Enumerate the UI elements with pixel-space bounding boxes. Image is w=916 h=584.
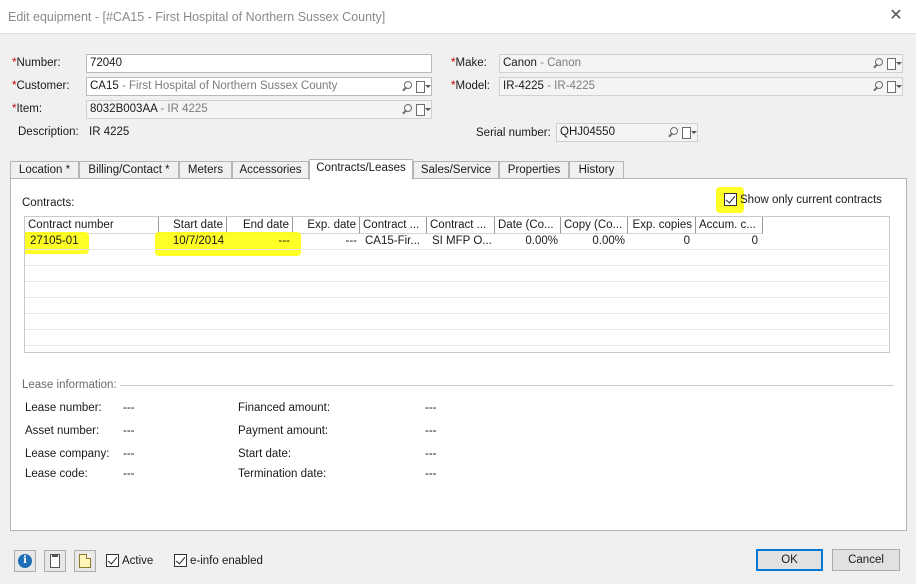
serial-search-icon[interactable] <box>667 126 679 139</box>
customer-label: *Customer: <box>12 80 70 92</box>
contracts-grid: Contract number Start date End date Exp.… <box>24 216 890 353</box>
asset-number-label: Asset number: <box>25 425 100 437</box>
notes-button[interactable] <box>74 550 96 572</box>
cell-date-coverage: 0.00% <box>525 235 558 247</box>
grid-header: Contract number Start date End date Exp.… <box>25 217 889 234</box>
empty-row <box>25 330 889 346</box>
tab-sales-service[interactable]: Sales/Service <box>413 161 499 179</box>
col-copy-coverage[interactable]: Copy (Co... <box>561 217 628 234</box>
active-label[interactable]: Active <box>122 555 153 567</box>
make-field[interactable]: Canon - Canon <box>499 54 903 73</box>
title-bar: Edit equipment - [#CA15 - First Hospital… <box>0 0 916 34</box>
cell-start-date: 10/7/2014 <box>172 235 224 247</box>
col-contract-type[interactable]: Contract ... <box>427 217 495 234</box>
start-date-label: Start date: <box>238 448 292 460</box>
ok-button[interactable]: OK <box>756 549 823 571</box>
cancel-button[interactable]: Cancel <box>832 549 900 571</box>
customer-field[interactable]: CA15 - First Hospital of Northern Sussex… <box>86 77 432 96</box>
make-search-icon[interactable] <box>872 57 884 70</box>
cell-contract-type: SI MFP O... <box>432 235 492 247</box>
asset-number-value: --- <box>123 425 135 437</box>
customer-search-icon[interactable] <box>401 80 413 93</box>
cell-contract-customer: CA15-Fir... <box>365 235 420 247</box>
make-label: *Make: <box>451 57 487 69</box>
financed-amount-value: --- <box>425 402 437 414</box>
clipboard-button[interactable] <box>44 550 66 572</box>
cell-exp-copies: 0 <box>683 235 690 247</box>
window-title: Edit equipment - [#CA15 - First Hospital… <box>8 10 386 24</box>
empty-row <box>25 282 889 298</box>
lease-code-value: --- <box>123 468 135 480</box>
cell-contract-number: 27105-01 <box>30 235 79 247</box>
model-search-icon[interactable] <box>872 80 884 93</box>
number-label: *Number: <box>12 57 61 69</box>
lease-divider <box>120 385 894 386</box>
show-current-checkbox[interactable] <box>724 193 737 206</box>
col-accum-copies[interactable]: Accum. c... <box>696 217 763 234</box>
col-date-coverage[interactable]: Date (Co... <box>495 217 561 234</box>
empty-row <box>25 298 889 314</box>
payment-amount-value: --- <box>425 425 437 437</box>
termination-date-label: Termination date: <box>238 468 327 480</box>
tab-billing-contact[interactable]: Billing/Contact * <box>79 161 179 179</box>
lease-number-value: --- <box>123 402 135 414</box>
tab-contracts-leases[interactable]: Contracts/Leases <box>309 159 413 180</box>
serial-label: Serial number: <box>476 127 551 139</box>
tab-meters[interactable]: Meters <box>179 161 232 179</box>
einfo-checkbox[interactable] <box>174 554 187 567</box>
customer-menu-icon[interactable] <box>415 80 431 93</box>
tab-history[interactable]: History <box>569 161 624 179</box>
tab-accessories[interactable]: Accessories <box>232 161 309 179</box>
termination-date-value: --- <box>425 468 437 480</box>
col-exp-copies[interactable]: Exp. copies <box>628 217 696 234</box>
col-exp-date[interactable]: Exp. date <box>293 217 360 234</box>
model-label: *Model: <box>451 80 491 92</box>
notes-icon <box>79 554 91 568</box>
lease-company-label: Lease company: <box>25 448 110 460</box>
model-field[interactable]: IR-4225 - IR-4225 <box>499 77 903 96</box>
clipboard-icon <box>50 554 60 568</box>
financed-amount-label: Financed amount: <box>238 402 331 414</box>
make-menu-icon[interactable] <box>886 57 902 70</box>
tab-properties[interactable]: Properties <box>499 161 569 179</box>
serial-menu-icon[interactable] <box>681 126 697 139</box>
col-contract-customer[interactable]: Contract ... <box>360 217 427 234</box>
item-menu-icon[interactable] <box>415 103 431 116</box>
lease-number-label: Lease number: <box>25 402 102 414</box>
cell-copy-coverage: 0.00% <box>592 235 625 247</box>
empty-row <box>25 266 889 282</box>
active-checkbox[interactable] <box>106 554 119 567</box>
item-field[interactable]: 8032B003AA - IR 4225 <box>86 100 432 119</box>
tab-location[interactable]: Location * <box>10 161 79 179</box>
payment-amount-label: Payment amount: <box>238 425 329 437</box>
item-label: *Item: <box>12 103 43 115</box>
contracts-label: Contracts: <box>22 197 75 209</box>
description-label: Description: <box>18 126 79 138</box>
start-date-value: --- <box>425 448 437 460</box>
table-row[interactable]: 27105-01 10/7/2014 --- --- CA15-Fir... S… <box>25 234 889 250</box>
number-input[interactable]: 72040 <box>86 54 432 73</box>
model-menu-icon[interactable] <box>886 80 902 93</box>
description-value: IR 4225 <box>89 126 130 138</box>
item-search-icon[interactable] <box>401 103 413 116</box>
cell-accum-copies: 0 <box>751 235 758 247</box>
info-icon: i <box>18 554 32 568</box>
lease-section-label: Lease information: <box>22 379 117 391</box>
serial-field[interactable]: QHJ04550 <box>556 123 698 142</box>
show-current-label[interactable]: Show only current contracts <box>740 194 882 206</box>
lease-company-value: --- <box>123 448 135 460</box>
info-button[interactable]: i <box>14 550 36 572</box>
empty-row <box>25 250 889 266</box>
cell-exp-date: --- <box>345 235 358 247</box>
einfo-label[interactable]: e-info enabled <box>190 555 263 567</box>
cell-end-date: --- <box>278 235 291 247</box>
lease-code-label: Lease code: <box>25 468 88 480</box>
close-icon[interactable]: ✕ <box>886 6 906 26</box>
empty-row <box>25 314 889 330</box>
